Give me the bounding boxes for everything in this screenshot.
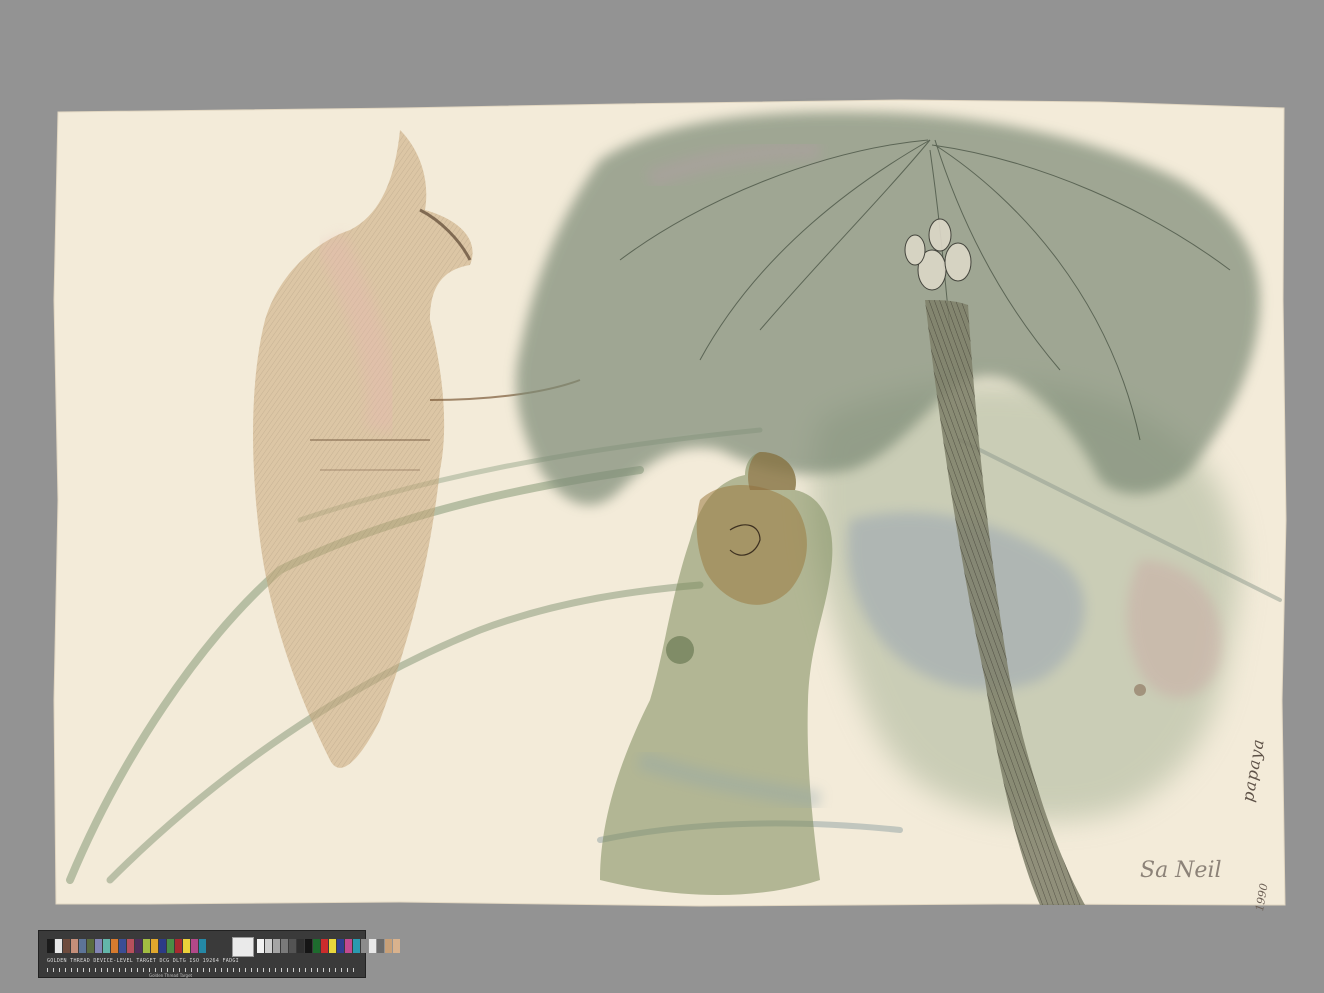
target-footer: Golden Thread Target <box>149 973 193 978</box>
color-patches-right <box>257 939 401 953</box>
target-ruler <box>47 968 359 972</box>
artist-signature: Sa Neil <box>1140 858 1222 883</box>
color-patch <box>305 939 312 953</box>
color-patch <box>265 939 272 953</box>
color-patch <box>257 939 264 953</box>
color-patch <box>47 939 54 953</box>
color-patch <box>321 939 328 953</box>
color-patch <box>361 939 368 953</box>
color-patch <box>377 939 384 953</box>
color-patch <box>385 939 392 953</box>
palm-canopy <box>516 111 1260 505</box>
color-patch <box>63 939 70 953</box>
color-calibration-target: GOLDEN THREAD DEVICE-LEVEL TARGET DCG DL… <box>38 930 400 978</box>
color-patch <box>345 939 352 953</box>
color-patch <box>313 939 320 953</box>
color-patch <box>111 939 118 953</box>
color-patch <box>119 939 126 953</box>
artwork-canvas <box>53 99 1287 907</box>
color-patch <box>337 939 344 953</box>
target-logo-icon <box>232 937 254 957</box>
color-patch <box>273 939 280 953</box>
color-patch <box>183 939 190 953</box>
color-patch <box>167 939 174 953</box>
color-patch <box>175 939 182 953</box>
color-patch <box>135 939 142 953</box>
color-patch <box>87 939 94 953</box>
color-patch <box>71 939 78 953</box>
stain-spot <box>1134 684 1146 696</box>
color-patch <box>159 939 166 953</box>
color-patch <box>127 939 134 953</box>
color-patch <box>353 939 360 953</box>
target-label: GOLDEN THREAD DEVICE-LEVEL TARGET DCG DL… <box>47 958 239 964</box>
color-patch <box>95 939 102 953</box>
color-patches-left <box>47 939 207 953</box>
color-patch <box>297 939 304 953</box>
color-patch <box>199 939 206 953</box>
color-patch <box>329 939 336 953</box>
color-patch <box>393 939 400 953</box>
color-patch <box>143 939 150 953</box>
color-patch <box>151 939 158 953</box>
color-patch <box>289 939 296 953</box>
color-patch <box>103 939 110 953</box>
color-patch <box>369 939 376 953</box>
color-patch <box>79 939 86 953</box>
color-patch <box>55 939 62 953</box>
color-patch <box>281 939 288 953</box>
color-patch <box>191 939 198 953</box>
